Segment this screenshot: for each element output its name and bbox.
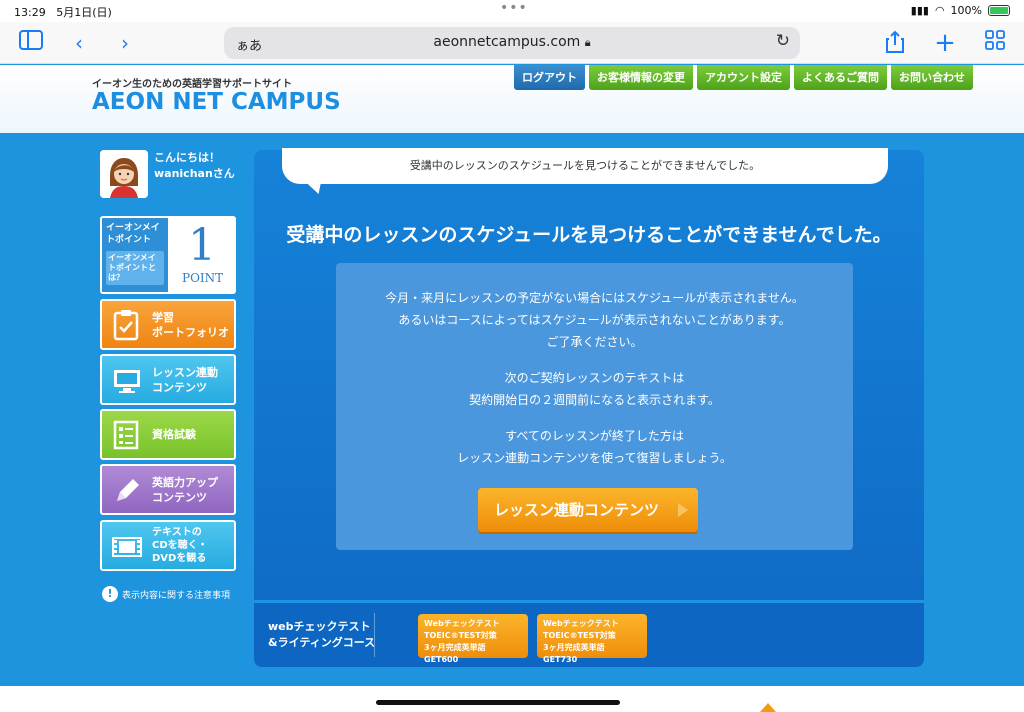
film-icon [112,530,142,562]
browser-toolbar: ‹ › ぁあ aeonnetcampus.com 🔒︎ ↻ + [0,22,1024,64]
info-paragraph-3: すべてのレッスンが終了した方は レッスン連動コンテンツを使って復習しましょう。 [457,429,732,465]
status-time: 13:29 5月1日(日) [14,6,112,19]
notice-link[interactable]: ! 表示内容に関する注意事項 [102,586,230,602]
address-bar[interactable]: ぁあ aeonnetcampus.com 🔒︎ ↻ [224,27,800,59]
lock-icon: 🔒︎ [584,36,591,49]
battery-icon [988,5,1010,16]
new-tab-icon[interactable]: + [932,30,958,56]
web-check-get600-button[interactable]: Webチェックテスト TOEIC®TEST対策 3ヶ月完成英単語 GET600 [418,614,528,664]
faq-button[interactable]: よくあるご質問 [794,65,887,90]
checklist-icon [112,419,142,451]
info-paragraph-1: 今月・来月にレッスンの予定がない場合にはスケジュールが表示されません。 あるいはコ… [385,291,804,349]
back-icon[interactable]: ‹ [66,30,92,56]
contact-button[interactable]: お問い合わせ [891,65,973,90]
footer-strip [0,686,1024,712]
user-name: wanichanさん [154,167,235,180]
account-settings-button[interactable]: アカウント設定 [697,65,790,90]
url-text: aeonnetcampus.com 🔒︎ [433,34,591,50]
arrow-right-icon [678,503,688,517]
multitask-dots[interactable]: ••• [500,0,528,16]
sidebar-item-cd-dvd[interactable]: テキストの CDを聴く・ DVDを観る [100,520,236,571]
points-about-link[interactable]: イーオンメイトポイントとは？ [106,251,164,285]
sidebar-item-lesson-contents[interactable]: レッスン連動 コンテンツ [100,354,236,405]
pencil-icon [112,474,142,506]
share-icon[interactable] [882,30,908,56]
scroll-top-icon[interactable] [760,703,776,712]
points-tag: イーオンメイトポイント イーオンメイトポイントとは？ [102,218,168,292]
battery-percent: 100% [950,4,982,17]
divider [374,613,375,657]
site-logo[interactable]: AEON NET CAMPUS [92,89,341,115]
web-check-label: webチェックテスト &ライティングコース [268,620,376,649]
logout-button[interactable]: ログアウト [514,65,585,90]
status-bar: 13:29 5月1日(日) ••• ▮▮▮ ◠ 100% [0,0,1024,22]
top-nav: ログアウト お客様情報の変更 アカウント設定 よくあるご質問 お問い合わせ [514,65,973,90]
sidebar-toggle-icon[interactable] [18,30,44,56]
reload-icon[interactable]: ↻ [776,31,790,51]
tabs-overview-icon[interactable] [982,30,1008,56]
forward-icon[interactable]: › [112,30,138,56]
status-right: ▮▮▮ ◠ 100% [911,4,1010,17]
clipboard-icon [112,309,142,341]
sidebar-item-portfolio[interactable]: 学習 ポートフォリオ [100,299,236,350]
site-header: イーオン生のための英語学習サポートサイト AEON NET CAMPUS ログア… [0,65,1024,133]
points-box: イーオンメイトポイント イーオンメイトポイントとは？ 1 POINT [100,216,236,294]
sidebar-item-english-skill[interactable]: 英語力アップ コンテンツ [100,464,236,515]
page-title: 受講中のレッスンのスケジュールを見つけることができませんでした。 [286,224,892,246]
greeting: こんにちは！ wanichanさん [154,151,235,180]
info-icon: ! [102,586,118,602]
customer-info-button[interactable]: お客様情報の変更 [589,65,693,90]
message-bubble: 受講中のレッスンのスケジュールを見つけることができませんでした。 [282,148,888,184]
monitor-icon [112,364,142,396]
home-indicator[interactable] [376,700,620,705]
points-unit: POINT [182,271,224,285]
sidebar-item-certification[interactable]: 資格試験 [100,409,236,460]
lesson-contents-button[interactable]: レッスン連動コンテンツ [478,488,698,532]
wifi-icon: ◠ [934,4,945,17]
site-tagline: イーオン生のための英語学習サポートサイト [92,79,292,90]
web-check-section: webチェックテスト &ライティングコース Webチェックテスト TOEIC®TES… [254,603,924,667]
signal-icon: ▮▮▮ [910,4,929,17]
avatar [100,150,148,198]
points-value: 1 [188,220,216,271]
info-paragraph-2: 次のご契約レッスンのテキストは 契約開始日の２週間前になると表示されます。 [469,371,720,407]
web-check-get730-button[interactable]: Webチェックテスト TOEIC®TEST対策 3ヶ月完成英単語 GET730 [537,614,647,664]
